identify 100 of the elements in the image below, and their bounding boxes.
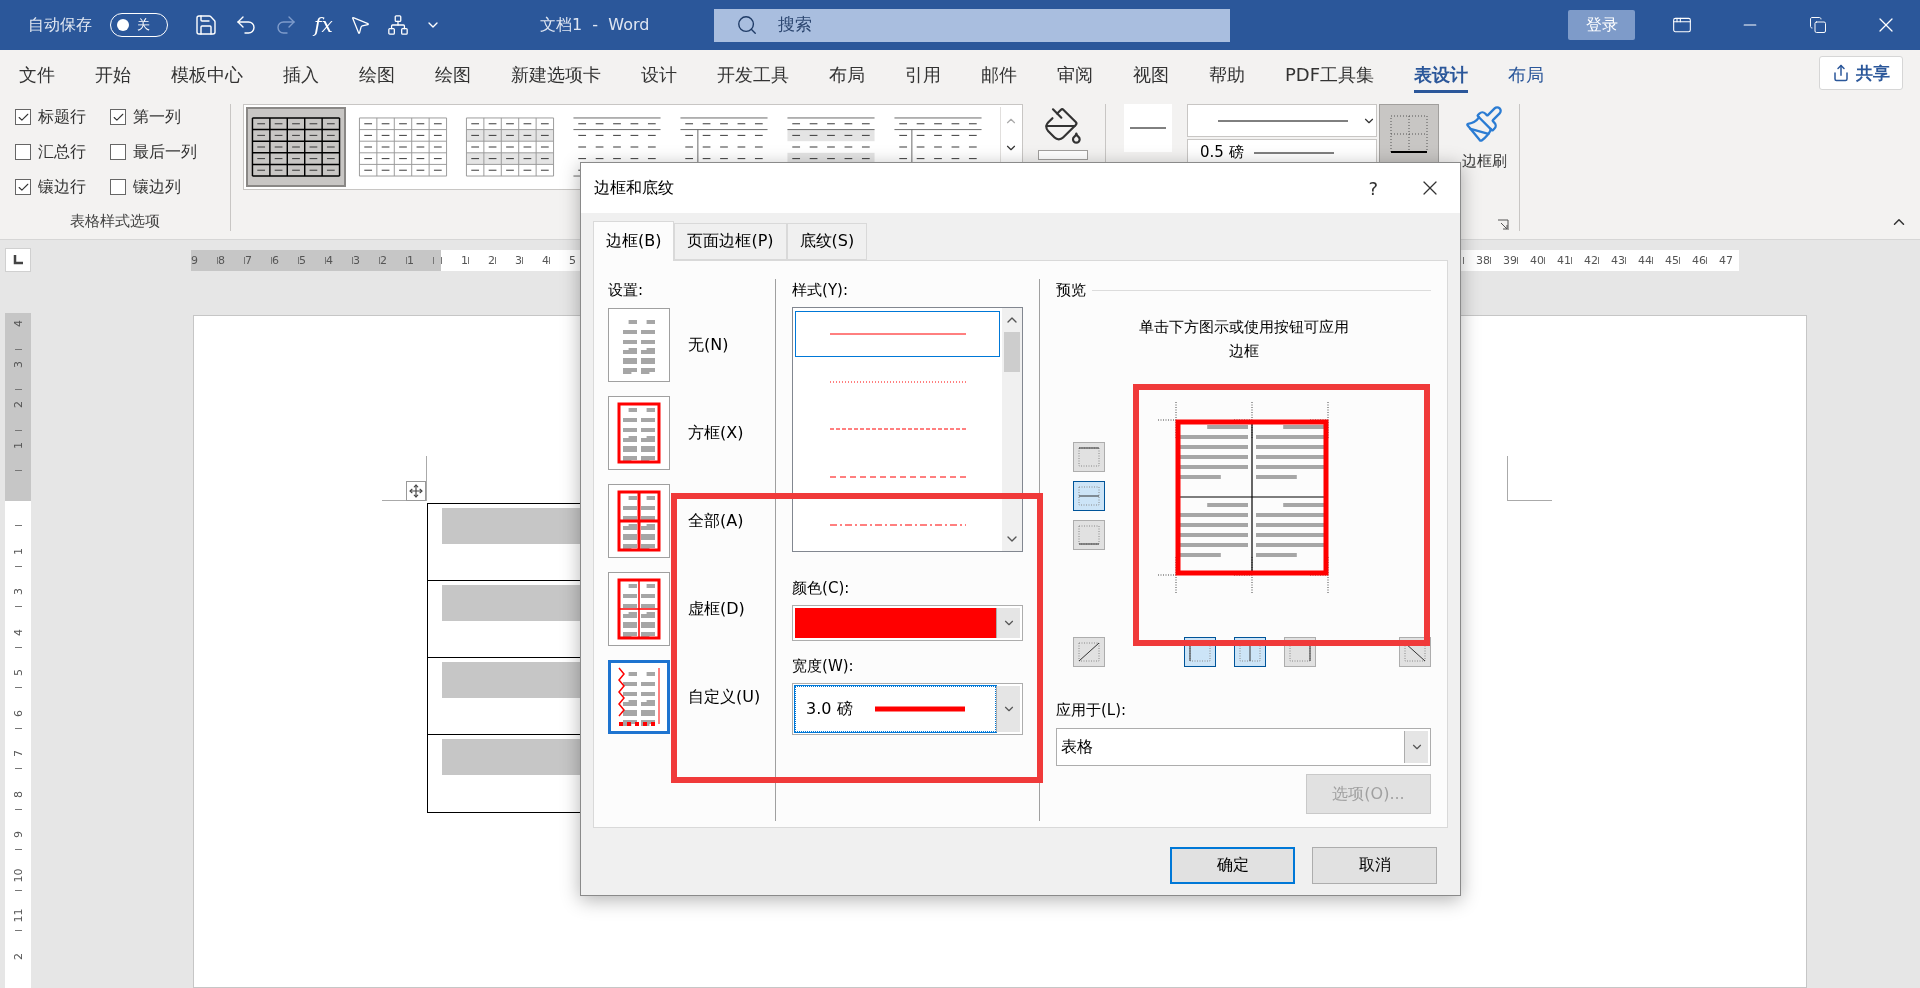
border-setting-button[interactable] (608, 484, 670, 558)
ribbon-tab[interactable]: 视图 (1133, 59, 1169, 93)
save-icon[interactable] (194, 13, 218, 37)
apply-to-dropdown[interactable]: 表格 (1056, 728, 1431, 766)
width-label: 宽度(W): (792, 656, 855, 677)
line-icon (829, 524, 966, 527)
tab-selector[interactable] (5, 248, 31, 272)
ruler-number: 6 (11, 709, 25, 717)
ribbon-tab[interactable]: 绘图 (359, 59, 395, 93)
setting-label: 全部(A) (688, 510, 744, 532)
ribbon-tab[interactable]: 新建选项卡 (511, 59, 601, 93)
line-style-sample[interactable] (1124, 104, 1172, 152)
dialog-tab[interactable]: 页面边框(P) (674, 223, 787, 260)
ribbon-tab[interactable]: PDF工具集 (1285, 59, 1375, 93)
search-field[interactable]: 搜索 (714, 8, 1230, 42)
ribbon-tab[interactable]: 文件 (19, 59, 55, 93)
dialog-button[interactable]: 确定 (1170, 847, 1295, 884)
ruler-number: 42 (1584, 254, 1598, 267)
ruler-number: 7 (245, 254, 252, 267)
table-move-handle[interactable] (406, 481, 426, 501)
border-painter-button[interactable]: 边框刷 (1457, 104, 1511, 171)
share-button[interactable]: 共享 (1819, 56, 1903, 90)
ruler-number: 6 (272, 254, 279, 267)
autosave-label: 自动保存 (28, 14, 92, 36)
checkbox-label: 最后一列 (133, 141, 197, 163)
border-toggle-button[interactable] (1073, 520, 1105, 550)
border-toggle-button[interactable] (1073, 481, 1105, 511)
color-dropdown[interactable] (792, 605, 1023, 641)
ruler-number: 5 (11, 669, 25, 676)
ribbon-display-icon[interactable] (1672, 15, 1692, 35)
border-setting-button[interactable] (608, 396, 670, 470)
border-setting-button[interactable] (608, 572, 670, 646)
ribbon-tab[interactable]: 开发工具 (717, 59, 789, 93)
formula-button[interactable]: fx (314, 13, 333, 37)
ruler-number: 7 (11, 750, 25, 757)
ruler-number: 9 (191, 254, 198, 267)
border-setting-button[interactable] (608, 660, 670, 734)
checkbox[interactable] (110, 144, 126, 160)
style-label: 样式(Y): (792, 280, 849, 301)
line-icon (1253, 151, 1334, 154)
ribbon-tab[interactable]: 开始 (95, 59, 131, 93)
line-style-option[interactable] (795, 310, 1000, 357)
line-icon (829, 332, 966, 335)
dialog-tab[interactable]: 底纹(S) (786, 223, 868, 260)
ribbon-tab[interactable]: 表设计 (1414, 59, 1469, 93)
setting-label: 方框(X) (688, 422, 744, 444)
border-setting-drawing (615, 400, 663, 466)
table-style-option[interactable] (246, 107, 346, 187)
scroll-thumb[interactable] (1004, 332, 1020, 372)
ribbon-tab[interactable]: 布局 (829, 59, 865, 93)
ribbon-tab[interactable]: 邮件 (981, 59, 1017, 93)
ruler-number: 1 (11, 441, 25, 449)
ribbon-tab[interactable]: 引用 (905, 59, 941, 93)
ribbon-tab[interactable]: 布局 (1508, 59, 1545, 93)
line-icon (829, 476, 966, 479)
border-setting-drawing (615, 576, 663, 642)
hierarchy-icon[interactable] (386, 14, 409, 36)
border-toggle-button[interactable] (1073, 637, 1105, 667)
dialog-launcher-icon[interactable] (1497, 219, 1509, 231)
border-line-icon (1076, 640, 1102, 664)
ribbon-tab[interactable]: 绘图 (435, 59, 471, 93)
checkbox-label: 标题行 (38, 106, 86, 128)
settings-label: 设置: (608, 280, 645, 301)
pen-style-dropdown[interactable] (1187, 104, 1377, 137)
borders-button[interactable] (1379, 104, 1439, 164)
shading-color-bar (1038, 150, 1088, 160)
checkbox-label: 第一列 (133, 106, 181, 128)
ribbon-tab[interactable]: 审阅 (1057, 59, 1093, 93)
share-icon (1832, 64, 1850, 82)
ruler-number: 4 (11, 320, 25, 327)
ruler-number: 2 (380, 254, 387, 267)
group-label: 表格样式选项 (70, 212, 160, 231)
ruler-number: 2 (11, 952, 25, 960)
checkbox[interactable] (110, 179, 126, 195)
ribbon-tab[interactable]: 帮助 (1209, 59, 1245, 93)
ruler-number: 1 (461, 254, 468, 267)
checkbox[interactable] (15, 144, 31, 160)
ruler-number: 8 (218, 254, 225, 267)
line-icon (829, 380, 966, 383)
dialog-button[interactable]: 取消 (1312, 847, 1437, 884)
checkbox-label: 镶边列 (133, 176, 181, 198)
border-toggle-button[interactable] (1073, 442, 1105, 472)
ribbon-tab[interactable]: 模板中心 (171, 59, 243, 93)
paintbrush-icon (1464, 104, 1504, 144)
paint-bucket-icon[interactable] (1043, 106, 1083, 146)
ruler-number: 4 (542, 254, 549, 267)
dialog-tab[interactable]: 边框(B) (593, 221, 675, 261)
ribbon-tab[interactable]: 设计 (641, 59, 677, 93)
dialog-title: 边框和底纹 (594, 177, 674, 199)
checkbox[interactable] (15, 179, 31, 195)
checkbox[interactable] (110, 109, 126, 125)
checkbox[interactable] (15, 109, 31, 125)
setting-label: 自定义(U) (688, 686, 761, 708)
restore-icon[interactable] (1809, 16, 1827, 34)
ribbon-tab[interactable]: 插入 (283, 59, 319, 93)
border-setting-button[interactable] (608, 308, 670, 382)
width-dropdown[interactable]: 3.0 磅 (792, 683, 1023, 735)
help-button[interactable]: ? (1368, 177, 1378, 199)
ruler-number: 46 (1692, 254, 1706, 267)
scrollbar[interactable] (1002, 308, 1022, 551)
